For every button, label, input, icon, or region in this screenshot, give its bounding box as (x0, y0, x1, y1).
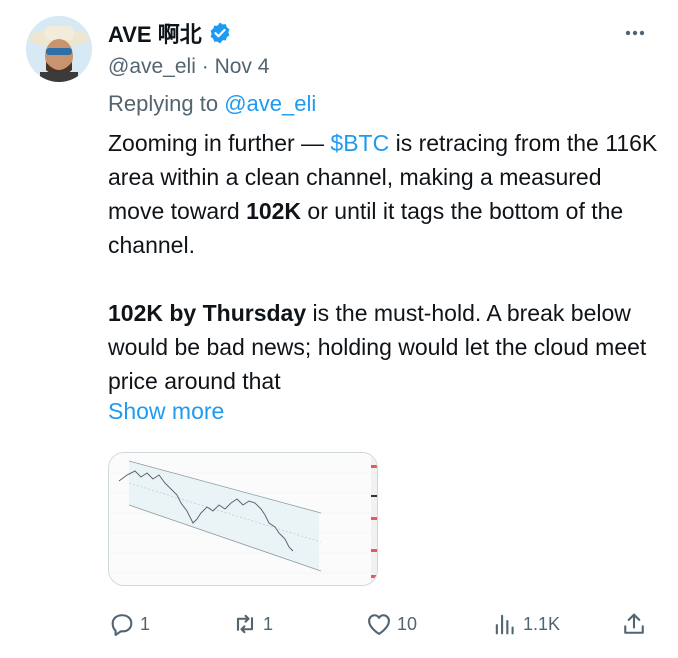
repost-count: 1 (263, 613, 274, 634)
media-image[interactable] (108, 452, 378, 586)
views-icon (495, 614, 514, 635)
share-icon (624, 613, 644, 634)
bold-text: 102K by Thursday (108, 300, 307, 326)
reply-button[interactable]: 1 (108, 606, 150, 642)
share-button[interactable] (620, 606, 648, 642)
author-row: AVE 啊北 (108, 18, 232, 48)
repost-button[interactable]: 1 (231, 606, 273, 642)
tweet-actions: 1 1 10 1.1K (0, 606, 678, 642)
more-icon[interactable] (620, 22, 650, 44)
views-button[interactable]: 1.1K (491, 606, 560, 642)
replying-to: Replying to @ave_eli (108, 91, 316, 117)
cashtag-link[interactable]: $BTC (330, 130, 389, 156)
text-segment: Zooming in further — (108, 130, 331, 156)
author-name[interactable]: AVE 啊北 (108, 17, 202, 49)
views-count: 1.1K (523, 613, 561, 634)
handle-row: @ave_eli · Nov 4 (108, 55, 269, 79)
separator: · (201, 55, 209, 78)
repost-icon (236, 614, 254, 634)
chart-thumbnail (109, 453, 377, 585)
tweet-date[interactable]: Nov 4 (215, 55, 270, 78)
reply-icon (111, 614, 133, 636)
show-more-link[interactable]: Show more (108, 398, 224, 425)
like-icon (368, 614, 390, 635)
paragraph-2: 102K by Thursday is the must-hold. A bre… (108, 296, 660, 398)
tweet-text: Zooming in further — $BTC is retracing f… (108, 126, 660, 398)
replying-to-handle[interactable]: @ave_eli (224, 91, 316, 116)
author-handle[interactable]: @ave_eli (108, 55, 196, 78)
bold-text: 102K (246, 198, 302, 224)
reply-count: 1 (140, 613, 151, 634)
avatar-image (26, 16, 92, 82)
like-count: 10 (397, 613, 418, 634)
avatar[interactable] (26, 16, 92, 82)
like-button[interactable]: 10 (365, 606, 417, 642)
replying-to-label: Replying to (108, 91, 219, 116)
verified-badge-icon[interactable] (208, 21, 232, 45)
paragraph-1: Zooming in further — $BTC is retracing f… (108, 126, 660, 262)
